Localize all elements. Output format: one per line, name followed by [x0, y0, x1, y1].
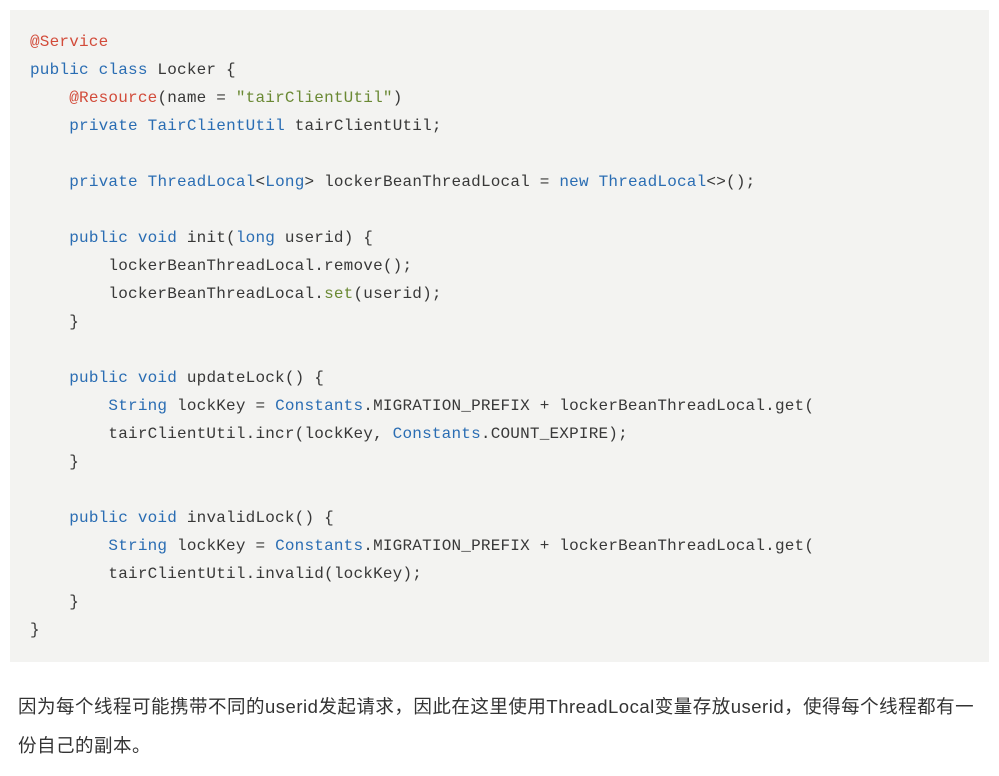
- space: [138, 117, 148, 135]
- keyword-public-class: public class: [30, 61, 148, 79]
- var-assign: lockerBeanThreadLocal =: [314, 173, 559, 191]
- indent: [30, 229, 69, 247]
- indent: [30, 425, 108, 443]
- call-suffix: (userid);: [353, 285, 441, 303]
- brace-close: }: [69, 453, 79, 471]
- indent: [30, 509, 69, 527]
- annotation-service: @Service: [30, 33, 108, 51]
- keyword-public-void: public void: [69, 369, 177, 387]
- type-long: Long: [265, 173, 304, 191]
- method-invalidlock: invalidLock() {: [177, 509, 334, 527]
- indent: [30, 285, 108, 303]
- method-updatelock: updateLock() {: [177, 369, 324, 387]
- keyword-private: private: [69, 173, 138, 191]
- indent: [30, 537, 108, 555]
- keyword-private: private: [69, 117, 138, 135]
- brace-open: {: [226, 61, 236, 79]
- type-threadlocal2: ThreadLocal: [599, 173, 707, 191]
- string-tairclientutil: "tairClientUtil": [236, 89, 393, 107]
- method-init: init(: [177, 229, 236, 247]
- paren-open: (name =: [157, 89, 235, 107]
- var-lockkey: lockKey =: [167, 397, 275, 415]
- brace-close: }: [69, 593, 79, 611]
- brace-close: }: [69, 313, 79, 331]
- indent: [30, 369, 69, 387]
- space: [138, 173, 148, 191]
- indent: [30, 313, 69, 331]
- expr-suffix: .COUNT_EXPIRE);: [481, 425, 628, 443]
- space: [589, 173, 599, 191]
- classname-locker: Locker: [148, 61, 226, 79]
- indent: [30, 397, 108, 415]
- gt: >: [305, 173, 315, 191]
- type-threadlocal: ThreadLocal: [148, 173, 256, 191]
- const-constants: Constants: [393, 425, 481, 443]
- call-incr: tairClientUtil.incr(lockKey,: [108, 425, 392, 443]
- indent: [30, 453, 69, 471]
- diamond: <>();: [706, 173, 755, 191]
- explanation-paragraph: 因为每个线程可能携带不同的userid发起请求，因此在这里使用ThreadLoc…: [0, 672, 999, 776]
- code-block: @Service public class Locker { @Resource…: [10, 10, 989, 662]
- indent: [30, 257, 108, 275]
- method-set: set: [324, 285, 353, 303]
- expr-rest: .MIGRATION_PREFIX + lockerBeanThreadLoca…: [363, 537, 814, 555]
- type-string: String: [108, 537, 167, 555]
- type-string: String: [108, 397, 167, 415]
- indent: [30, 117, 69, 135]
- param-rest: userid) {: [275, 229, 373, 247]
- annotation-resource: @Resource: [69, 89, 157, 107]
- paren-close: ): [393, 89, 403, 107]
- const-constants: Constants: [275, 537, 363, 555]
- call-prefix: lockerBeanThreadLocal.: [108, 285, 324, 303]
- keyword-public-void: public void: [69, 509, 177, 527]
- const-constants: Constants: [275, 397, 363, 415]
- indent: [30, 89, 69, 107]
- var-decl: tairClientUtil;: [285, 117, 442, 135]
- keyword-new: new: [559, 173, 588, 191]
- brace-close-outer: }: [30, 621, 40, 639]
- lt: <: [255, 173, 265, 191]
- indent: [30, 565, 108, 583]
- indent: [30, 593, 69, 611]
- type-tairclientutil: TairClientUtil: [148, 117, 285, 135]
- call-remove: lockerBeanThreadLocal.remove();: [108, 257, 412, 275]
- call-invalid: tairClientUtil.invalid(lockKey);: [108, 565, 422, 583]
- indent: [30, 173, 69, 191]
- expr-rest: .MIGRATION_PREFIX + lockerBeanThreadLoca…: [363, 397, 814, 415]
- param-type-long: long: [236, 229, 275, 247]
- keyword-public-void: public void: [69, 229, 177, 247]
- var-lockkey: lockKey =: [167, 537, 275, 555]
